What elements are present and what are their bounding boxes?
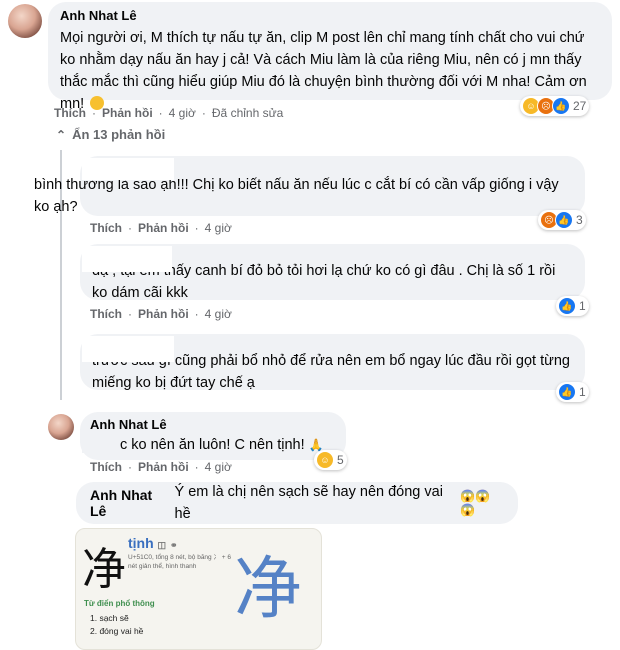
redacted-name	[82, 158, 174, 180]
like-button[interactable]: Thích	[54, 106, 86, 120]
reaction-summary[interactable]: ☹ 👍 3	[538, 210, 586, 230]
dictionary-section: Từ điển phổ thông	[84, 599, 155, 608]
separator-dot: ·	[128, 307, 132, 321]
like-icon: 👍	[558, 383, 576, 401]
timestamp[interactable]: 4 giờ	[205, 307, 232, 321]
redacted-name	[82, 433, 116, 453]
copy-icon: ◫	[157, 540, 167, 550]
reply-actions: Thích · Phản hồi · 4 giờ	[90, 221, 232, 235]
dictionary-definitions: 1. sạch sẽ 2. đóng vai hề	[90, 612, 143, 638]
reply-button[interactable]: Phản hồi	[138, 221, 189, 235]
chevron-up-icon: ⌃	[56, 127, 67, 142]
link-icon: ⚭	[169, 540, 178, 550]
separator-dot: ·	[201, 106, 206, 120]
separator-dot: ·	[158, 106, 163, 120]
like-icon: 👍	[558, 297, 576, 315]
reply-actions: Thích · Phản hồi · 4 giờ	[90, 307, 232, 321]
like-icon: 👍	[552, 97, 570, 115]
hide-replies-label: Ẩn 13 phản hồi	[72, 127, 166, 142]
haha-icon: ☺	[316, 451, 334, 469]
like-button[interactable]: Thích	[90, 460, 122, 474]
dictionary-word-text: tịnh	[128, 535, 154, 551]
reaction-count: 5	[337, 453, 344, 467]
timestamp[interactable]: 4 giờ	[169, 106, 196, 120]
avatar[interactable]	[48, 414, 74, 440]
reaction-summary[interactable]: ☺ 5	[314, 450, 347, 470]
like-button[interactable]: Thích	[90, 221, 122, 235]
comment-text-body: Mọi người ơi, M thích tự nấu tự ăn, clip…	[60, 30, 587, 112]
comment-text: Mọi người ơi, M thích tự nấu tự ăn, clip…	[60, 27, 600, 115]
dictionary-word: tịnh ◫ ⚭	[128, 535, 178, 551]
reaction-summary[interactable]: 👍 1	[556, 382, 589, 402]
reply-text: c ko nên ăn luôn! C nên tịnh! 🙏	[90, 434, 336, 456]
reaction-summary[interactable]: 👍 1	[556, 296, 589, 316]
reply-bubble: Anh Nhat Lê Ý em là chị nên sạch sẽ hay …	[76, 482, 518, 524]
separator-dot: ·	[194, 307, 199, 321]
reply-button[interactable]: Phản hồi	[138, 307, 189, 321]
separator-dot: ·	[92, 106, 96, 120]
definition-item: 1. sạch sẽ	[90, 613, 129, 623]
reply-button[interactable]: Phản hồi	[138, 460, 189, 474]
like-icon: 👍	[555, 211, 573, 229]
dictionary-character-illustration: 净	[234, 550, 303, 629]
separator-dot: ·	[194, 460, 199, 474]
comment-actions: Thích · Phản hồi · 4 giờ · Đã chỉnh sửa	[54, 106, 283, 120]
timestamp[interactable]: 4 giờ	[205, 460, 232, 474]
like-button[interactable]: Thích	[90, 307, 122, 321]
redacted-name	[82, 246, 172, 272]
reply-author[interactable]: Anh Nhat Lê	[90, 487, 171, 519]
reply-button[interactable]: Phản hồi	[102, 106, 153, 120]
comment-author[interactable]: Anh Nhat Lê	[60, 8, 600, 23]
reply-text: bình thường là sao ạh!!! Chị ko biết nấu…	[34, 177, 559, 215]
attached-image[interactable]: 净 净 tịnh ◫ ⚭ U+51C0, tổng 8 nét, bộ băng…	[75, 528, 322, 650]
reaction-count: 3	[576, 213, 583, 227]
separator-dot: ·	[194, 221, 199, 235]
scream-emoji-icon: 😱😱😱	[460, 489, 491, 517]
reply-text-body: c ko nên ăn luôn! C nên tịnh!	[120, 437, 305, 453]
reply-actions: Thích · Phản hồi · 4 giờ	[90, 460, 232, 474]
reaction-count: 1	[579, 385, 586, 399]
redacted-name	[82, 336, 174, 362]
reaction-count: 27	[573, 99, 587, 113]
reaction-count: 1	[579, 299, 586, 313]
separator-dot: ·	[128, 460, 132, 474]
reply-text: Ý em là chị nên sạch sẽ hay nên đóng vai…	[174, 484, 443, 522]
definition-item: 2. đóng vai hề	[90, 626, 144, 636]
reply-author[interactable]: Anh Nhat Lê	[90, 417, 336, 432]
dictionary-meta: U+51C0, tổng 8 nét, bộ băng 冫 + 6 nét gi…	[128, 554, 231, 570]
edited-label: Đã chỉnh sửa	[211, 106, 284, 120]
avatar[interactable]	[8, 4, 42, 38]
hide-replies-link[interactable]: ⌃ Ẩn 13 phản hồi	[56, 127, 165, 142]
reply-bubble: Anh Nhat Lê c ko nên ăn luôn! C nên tịnh…	[80, 412, 346, 460]
reaction-summary[interactable]: ☺ ☹ 👍 27	[520, 96, 590, 116]
comment-bubble: Anh Nhat Lê Mọi người ơi, M thích tự nấu…	[48, 2, 612, 112]
dictionary-character: 净	[82, 544, 126, 595]
timestamp[interactable]: 4 giờ	[205, 221, 232, 235]
separator-dot: ·	[128, 221, 132, 235]
